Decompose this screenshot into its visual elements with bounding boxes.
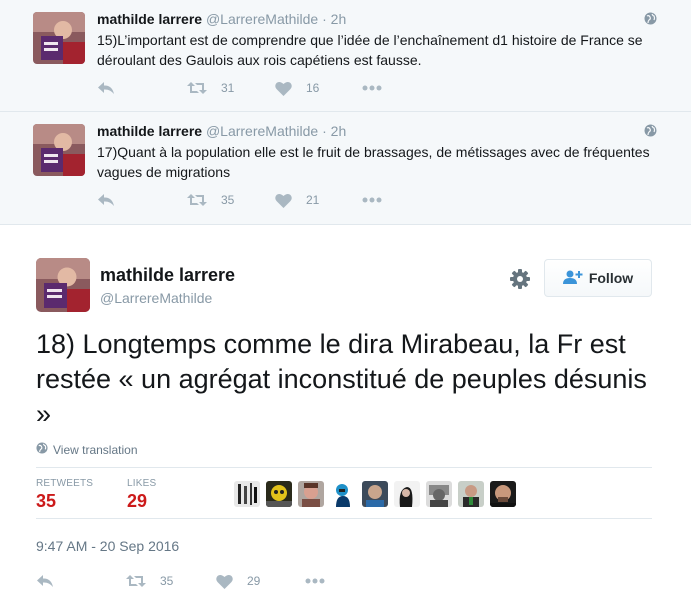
follow-button[interactable]: Follow: [544, 259, 652, 297]
retweet-button[interactable]: 35: [126, 571, 173, 591]
tweet-text: 18) Longtemps comme le dira Mirabeau, la…: [36, 329, 647, 429]
more-icon: [362, 197, 382, 203]
follow-person-icon: [562, 270, 589, 287]
globe-icon: [36, 442, 53, 457]
tweet-text: 15)L’important est de comprendre que l’i…: [97, 32, 643, 68]
tweet-actions: 35 21: [97, 190, 497, 210]
more-button[interactable]: [362, 190, 382, 210]
author-username[interactable]: @LarrereMathilde: [206, 123, 318, 139]
reply-button[interactable]: [36, 571, 54, 591]
liker-avatar[interactable]: [458, 481, 484, 507]
reply-button[interactable]: [97, 78, 115, 98]
like-count: 29: [247, 574, 261, 588]
heart-icon: [275, 81, 292, 96]
liker-avatar[interactable]: [234, 481, 260, 507]
more-button[interactable]: [305, 571, 325, 591]
reply-icon: [97, 193, 115, 207]
retweet-count: 35: [221, 193, 235, 207]
thread-divider: [0, 225, 691, 237]
avatar[interactable]: [33, 12, 85, 64]
author-username[interactable]: @LarrereMathilde: [206, 11, 318, 27]
author-fullname[interactable]: mathilde larrere: [100, 265, 235, 286]
more-icon: [362, 85, 382, 91]
avatar[interactable]: [33, 124, 85, 176]
author-username[interactable]: @LarrereMathilde: [100, 290, 212, 306]
like-count: 16: [306, 81, 320, 95]
tweet-stats: RETWEETS 35 LIKES 29: [36, 467, 652, 519]
author-fullname[interactable]: mathilde larrere: [97, 123, 202, 139]
author-fullname[interactable]: mathilde larrere: [97, 11, 202, 27]
liker-avatar[interactable]: [330, 481, 356, 507]
tweet-time[interactable]: 2h: [331, 123, 347, 139]
like-button[interactable]: 29: [216, 571, 260, 591]
tweet-header: mathilde larrere @LarrereMathilde · 2h: [97, 123, 346, 139]
follow-label: Follow: [588, 270, 634, 286]
reply-button[interactable]: [97, 190, 115, 210]
like-button[interactable]: 21: [275, 190, 319, 210]
retweet-icon: [187, 81, 207, 95]
like-count: 21: [306, 193, 320, 207]
retweet-button[interactable]: 35: [187, 190, 234, 210]
liker-avatar[interactable]: [490, 481, 516, 507]
separator: ·: [322, 123, 327, 139]
liker-avatar[interactable]: [266, 481, 292, 507]
likes-value: 29: [127, 491, 148, 511]
retweet-icon: [187, 193, 207, 207]
avatar[interactable]: [36, 258, 90, 312]
tweet-timestamp[interactable]: 9:47 AM - 20 Sep 2016: [36, 538, 179, 554]
more-button[interactable]: [362, 78, 382, 98]
thread-tweet[interactable]: mathilde larrere @LarrereMathilde · 2h 1…: [0, 112, 691, 225]
tweet-actions: 31 16: [97, 78, 497, 98]
liker-avatar[interactable]: [394, 481, 420, 507]
more-icon: [305, 578, 325, 584]
retweets-label: RETWEETS: [36, 478, 94, 489]
tweet-text: 17)Quant à la population elle est le fru…: [97, 144, 650, 180]
heart-icon: [275, 193, 292, 208]
tweet-header: mathilde larrere @LarrereMathilde · 2h: [97, 11, 346, 27]
view-translation-link[interactable]: View translation: [36, 442, 138, 457]
tweet-actions: 35 29: [36, 571, 436, 591]
permalink-tweet: mathilde larrere @LarrereMathilde Follow…: [0, 237, 691, 599]
tweet-time[interactable]: 2h: [331, 11, 347, 27]
view-translation-label: View translation: [53, 442, 138, 457]
likes-stat[interactable]: LIKES 29: [127, 478, 156, 512]
separator: ·: [322, 11, 327, 27]
retweet-count: 31: [221, 81, 235, 95]
thread-tweet[interactable]: mathilde larrere @LarrereMathilde · 2h 1…: [0, 0, 691, 112]
reply-icon: [97, 81, 115, 95]
gear-icon[interactable]: [509, 268, 531, 290]
retweet-count: 35: [160, 574, 174, 588]
retweet-icon: [126, 574, 146, 588]
liker-avatar[interactable]: [362, 481, 388, 507]
globe-icon: [644, 124, 657, 137]
liker-avatar[interactable]: [426, 481, 452, 507]
heart-icon: [216, 574, 233, 589]
retweet-button[interactable]: 31: [187, 78, 234, 98]
retweets-stat[interactable]: RETWEETS 35: [36, 478, 93, 512]
globe-icon: [644, 12, 657, 25]
retweets-value: 35: [36, 491, 57, 511]
likes-label: LIKES: [127, 478, 157, 489]
liker-avatars: [234, 481, 522, 507]
liker-avatar[interactable]: [298, 481, 324, 507]
like-button[interactable]: 16: [275, 78, 319, 98]
reply-icon: [36, 574, 54, 588]
